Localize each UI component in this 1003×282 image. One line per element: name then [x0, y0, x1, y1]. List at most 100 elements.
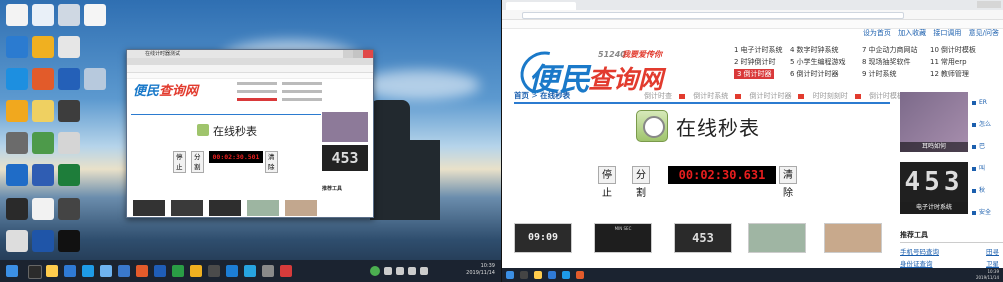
desktop-icon[interactable] — [6, 230, 28, 252]
desktop-icon[interactable] — [58, 132, 80, 154]
maximize-icon[interactable] — [353, 50, 363, 58]
minimize-icon[interactable] — [343, 50, 353, 58]
desktop-icon[interactable] — [32, 164, 54, 186]
mini-stop-button[interactable]: 停止 — [173, 151, 186, 173]
menu-item[interactable]: 2 时钟倒计时 — [734, 57, 775, 67]
taskbar-app-icon[interactable] — [226, 265, 238, 277]
thumb-min-sec[interactable]: MIN SEC — [594, 223, 652, 253]
thumb-timer-device[interactable] — [748, 223, 806, 253]
desktop-icon[interactable] — [6, 198, 28, 220]
mini-side-digits[interactable]: 453 — [322, 145, 368, 171]
sidebar-list-item[interactable]: 怎么 — [972, 114, 1003, 136]
desktop-icon[interactable] — [58, 36, 80, 58]
folder-icon[interactable] — [534, 271, 542, 279]
feedback-link[interactable]: 意见/问答 — [969, 29, 999, 37]
sidebar-digits-image[interactable]: 453 — [900, 162, 968, 202]
desktop-icon[interactable] — [6, 100, 28, 122]
desktop-icon[interactable] — [6, 68, 28, 90]
mini-thumb[interactable] — [247, 200, 279, 216]
bookmarks-bar[interactable] — [127, 73, 373, 79]
stop-button[interactable]: 停止 — [598, 166, 616, 199]
mail-icon[interactable] — [82, 265, 94, 277]
breadcrumb-current[interactable]: 在线秒表 — [540, 91, 570, 100]
address-bar[interactable] — [502, 10, 1003, 20]
taskbar-clock[interactable]: 10:39 2019/11/14 — [976, 269, 999, 281]
taskbar-app-icon[interactable] — [100, 265, 112, 277]
desktop-icon[interactable] — [6, 36, 28, 58]
split-button[interactable]: 分割 — [632, 166, 650, 199]
sidebar-list-item[interactable]: 叫 — [972, 158, 1003, 180]
thumb-digits[interactable]: 453 — [674, 223, 732, 253]
menu-item[interactable]: 4 数字时钟系统 — [790, 45, 838, 55]
taskbar-app-icon[interactable] — [154, 265, 166, 277]
search-icon[interactable] — [28, 265, 42, 279]
desktop-icon[interactable] — [32, 132, 54, 154]
menu-item[interactable]: 5 小学生编程游戏 — [790, 57, 845, 67]
close-icon[interactable] — [363, 50, 373, 58]
desktop-icon[interactable] — [32, 100, 54, 122]
mini-logo[interactable]: 便民查询网 — [133, 80, 198, 99]
thumb-photo[interactable] — [824, 223, 882, 253]
desktop-icon[interactable] — [58, 68, 80, 90]
tab-active[interactable] — [506, 2, 576, 10]
start-icon[interactable] — [6, 265, 18, 277]
sidebar-list-item[interactable]: 巴 — [972, 136, 1003, 158]
taskbar-app-icon[interactable] — [262, 265, 274, 277]
menu-item[interactable]: 9 计时系统 — [862, 69, 896, 79]
taskbar-clock[interactable]: 10:39 2019/11/14 — [466, 263, 495, 277]
taskbar-app-icon[interactable] — [562, 271, 570, 279]
folder-icon[interactable] — [46, 265, 58, 277]
mini-thumb[interactable] — [133, 200, 165, 216]
desktop-icon[interactable] — [32, 4, 54, 26]
tray-icon[interactable] — [384, 267, 392, 275]
url-input[interactable] — [522, 12, 904, 19]
breadcrumb-home[interactable]: 首页 — [514, 91, 529, 100]
desktop-icon[interactable] — [58, 230, 80, 252]
taskbar-app-icon[interactable] — [172, 265, 184, 277]
rec-link[interactable]: 田寻 — [986, 246, 999, 256]
taskbar-app-icon[interactable] — [118, 265, 130, 277]
taskbar-app-icon[interactable] — [244, 265, 256, 277]
menu-item-active[interactable]: 3 倒计时器 — [734, 69, 775, 79]
taskbar-app-icon[interactable] — [280, 265, 292, 277]
menu-item[interactable]: 8 现场抽奖软件 — [862, 57, 910, 67]
desktop-icon[interactable] — [32, 68, 54, 90]
taskbar-app-icon[interactable] — [576, 271, 584, 279]
desktop-icon[interactable] — [32, 230, 54, 252]
mini-side-image[interactable] — [322, 112, 368, 142]
api-link[interactable]: 接口调用 — [933, 29, 961, 37]
thumb-digital-clock[interactable]: 09:09 — [514, 223, 572, 253]
tray-icon[interactable] — [408, 267, 416, 275]
sidebar-digits-caption[interactable]: 电子计时系统 — [900, 202, 968, 214]
desktop-icon[interactable] — [32, 36, 54, 58]
search-icon[interactable] — [520, 271, 528, 279]
menu-item[interactable]: 12 教师管理 — [930, 69, 969, 79]
menu-item[interactable]: 7 中企动力商网站 — [862, 45, 917, 55]
desktop-icon[interactable] — [84, 68, 106, 90]
tray-icon[interactable] — [420, 267, 428, 275]
desktop-icon[interactable] — [58, 164, 80, 186]
sidebar-list-item[interactable]: 安全 — [972, 202, 1003, 224]
add-favorite-link[interactable]: 加入收藏 — [898, 29, 926, 37]
desktop-icon[interactable] — [58, 198, 80, 220]
tab-strip[interactable] — [502, 0, 1003, 10]
mini-thumb[interactable] — [171, 200, 203, 216]
desktop-icon[interactable] — [6, 4, 28, 26]
start-icon[interactable] — [506, 271, 514, 279]
taskbar-app-icon[interactable] — [136, 265, 148, 277]
desktop-icon[interactable] — [58, 100, 80, 122]
menu-item[interactable]: 6 倒计时计时器 — [790, 69, 838, 79]
rec-link[interactable]: 身份证查询 — [900, 258, 933, 268]
subtab[interactable]: 倒计时计时器 — [749, 92, 805, 100]
set-homepage-link[interactable]: 设为首页 — [863, 29, 891, 37]
window-controls[interactable] — [977, 1, 1001, 8]
desktop-icon[interactable] — [6, 132, 28, 154]
subtab[interactable]: 倒计时系统 — [693, 92, 742, 100]
clear-button[interactable]: 清除 — [779, 166, 797, 199]
mini-thumb[interactable] — [285, 200, 317, 216]
taskbar-app-icon[interactable] — [190, 265, 202, 277]
desktop-icon[interactable] — [84, 4, 106, 26]
window-titlebar[interactable]: 在线计时器测试 — [127, 50, 373, 58]
desktop-icon[interactable] — [6, 164, 28, 186]
subtab[interactable]: 倒计时查 — [644, 92, 685, 100]
